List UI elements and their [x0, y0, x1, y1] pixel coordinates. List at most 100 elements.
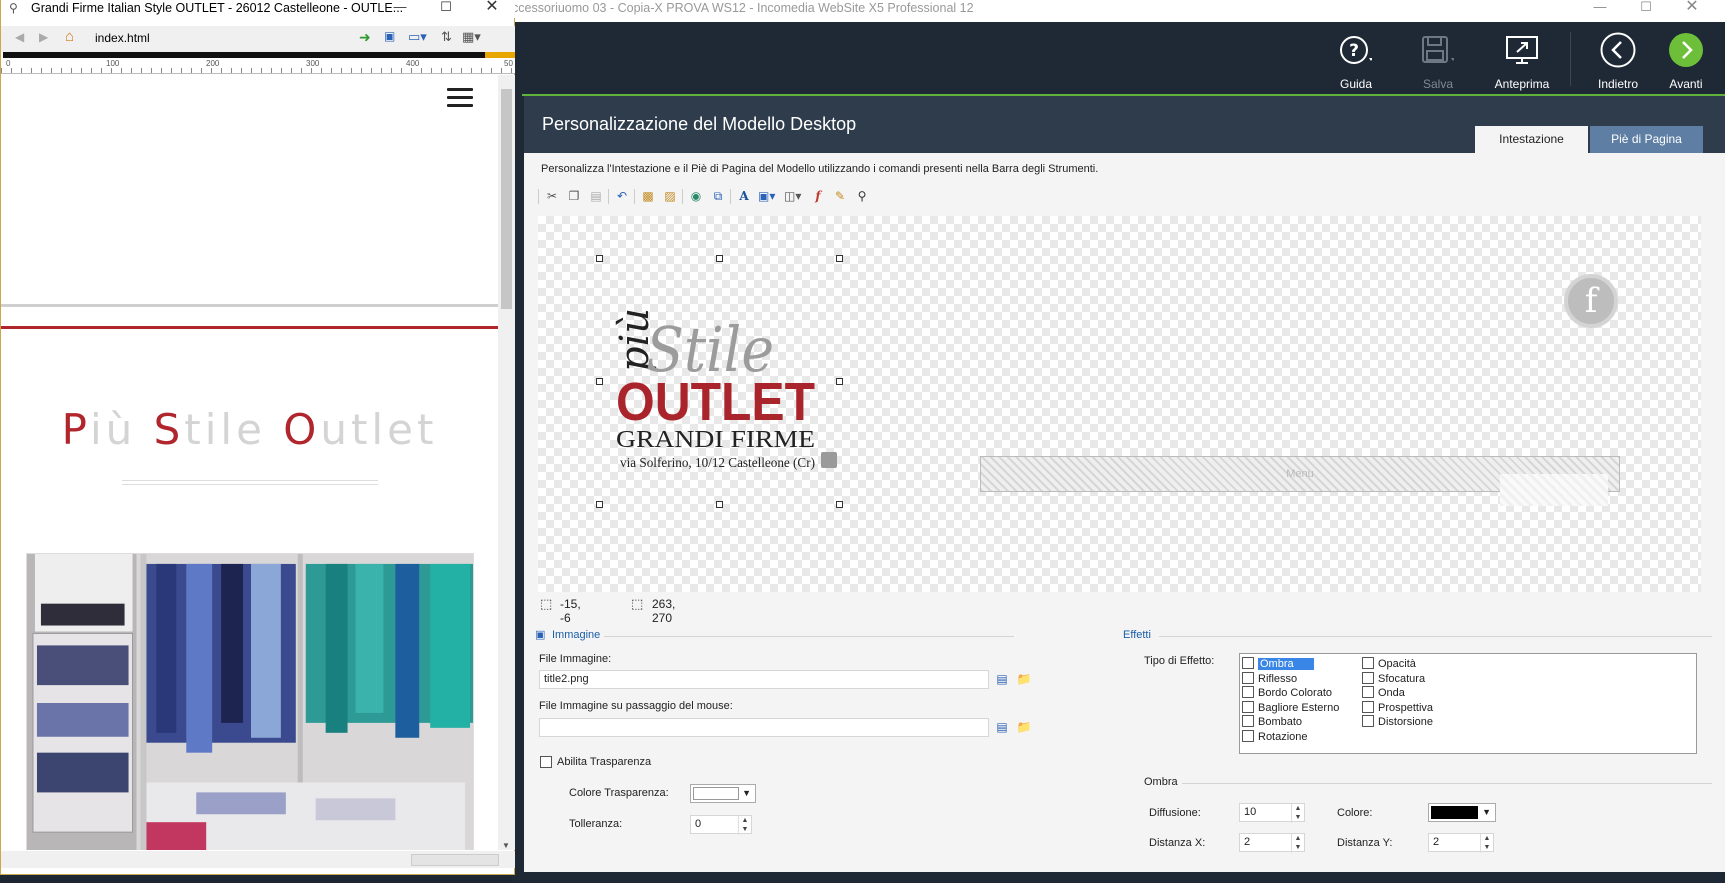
selection-handle[interactable] — [716, 255, 723, 262]
effect-option[interactable]: Bagliore Esterno — [1242, 700, 1339, 715]
effect-checkbox[interactable] — [1362, 671, 1374, 684]
diffusion-input[interactable]: 10 ▲ ▼ — [1239, 803, 1305, 823]
transparency-color-picker[interactable]: ▼ — [690, 784, 756, 803]
scroll-icon[interactable]: ✎ — [832, 188, 848, 204]
close-button[interactable]: ✕ — [1669, 0, 1715, 22]
text-icon[interactable]: A — [736, 188, 752, 204]
minimize-button[interactable]: — — [379, 0, 421, 18]
image-library-icon[interactable]: ▤ — [993, 670, 1011, 688]
selection-handle[interactable] — [596, 501, 603, 508]
close-button[interactable]: ✕ — [471, 0, 513, 18]
effect-option[interactable]: Bombato — [1242, 715, 1302, 729]
maximize-button[interactable]: ☐ — [1623, 0, 1669, 22]
spin-arrows-icon[interactable]: ▲ ▼ — [1291, 834, 1304, 853]
effect-option[interactable]: Onda — [1362, 686, 1405, 700]
vertical-scrollbar[interactable]: ▼ — [498, 75, 515, 850]
undo-icon[interactable]: ↶ — [614, 188, 630, 204]
diffusion-value: 10 — [1244, 806, 1257, 818]
maximize-button[interactable]: ☐ — [425, 0, 467, 18]
selection-handle[interactable] — [596, 255, 603, 262]
enable-transparency-checkbox[interactable] — [540, 756, 552, 768]
chevron-down-icon: ▼ — [742, 788, 751, 798]
resize-icon[interactable]: ⧉ — [710, 188, 726, 204]
effect-option[interactable]: Opacità — [1362, 657, 1416, 671]
refresh-icon[interactable]: ▣ — [384, 29, 395, 43]
scrollbar-thumb[interactable] — [501, 89, 512, 309]
effect-checkbox[interactable] — [1362, 715, 1374, 728]
selection-handle[interactable] — [836, 501, 843, 508]
effect-checkbox[interactable] — [1362, 657, 1374, 669]
effect-type-list[interactable]: Ombra Riflesso Bordo Colorato Bagliore Este… — [1239, 653, 1697, 754]
tolerance-input[interactable]: 0 ▲ ▼ — [690, 815, 752, 835]
facebook-icon[interactable]: f — [1564, 274, 1618, 328]
effect-checkbox[interactable] — [1242, 730, 1254, 742]
file-image-input[interactable]: title2.png — [539, 670, 989, 689]
effect-option[interactable]: Riflesso — [1242, 671, 1297, 686]
effect-option[interactable]: Bordo Colorato — [1242, 686, 1332, 700]
address-input[interactable]: index.html — [95, 29, 345, 47]
device-icon[interactable]: ▭▾ — [408, 29, 427, 45]
header-canvas[interactable]: più Stile OUTLET GRANDI FIRME via Solfer… — [538, 216, 1701, 592]
effect-checkbox[interactable] — [1242, 715, 1254, 728]
paste-icon[interactable]: ▤ — [588, 188, 604, 204]
distance-x-input[interactable]: 2 ▲ ▼ — [1239, 833, 1305, 853]
folder-icon[interactable]: 📁 — [1015, 718, 1033, 736]
distance-y-input[interactable]: 2 ▲ ▼ — [1428, 833, 1494, 853]
selection-handle[interactable] — [836, 255, 843, 262]
next-button[interactable]: Avanti — [1654, 22, 1718, 94]
effect-option[interactable]: Rotazione — [1242, 730, 1308, 744]
layout-icon[interactable]: ▦▾ — [462, 29, 481, 45]
effect-checkbox[interactable] — [1242, 686, 1254, 699]
effect-checkbox[interactable] — [1362, 686, 1374, 699]
logo-image[interactable]: più Stile OUTLET GRANDI FIRME via Solfer… — [602, 276, 862, 476]
preview-titlebar: ⚲ Grandi Firme Italian Style OUTLET - 26… — [1, 0, 515, 18]
binoculars-icon[interactable]: ⚲ — [854, 188, 870, 204]
save-button[interactable]: Salva — [1401, 22, 1475, 94]
image-library-icon[interactable]: ▤ — [993, 718, 1011, 736]
effect-checkbox[interactable] — [1242, 700, 1254, 713]
main-toolbar: ? Guida Salva Anteprima Indietro Avanti — [512, 22, 1725, 96]
effect-option[interactable]: Sfocatura — [1362, 671, 1425, 686]
scroll-down-icon[interactable]: ▼ — [502, 841, 510, 850]
effect-checkbox[interactable] — [1242, 671, 1254, 684]
horizontal-scrollbar[interactable] — [1, 851, 515, 868]
effect-option[interactable]: Distorsione — [1362, 715, 1433, 729]
minimize-button[interactable]: — — [1577, 0, 1623, 22]
hamburger-menu-icon[interactable] — [447, 88, 473, 108]
effect-option[interactable]: Prospettiva — [1362, 700, 1433, 715]
forward-icon[interactable]: ▶ — [39, 30, 48, 44]
monitor-icon — [1506, 36, 1538, 64]
ruler: 0 100 200 300 400 50 — [1, 58, 515, 74]
folder-icon[interactable]: 📁 — [1015, 670, 1033, 688]
slideshow-icon[interactable]: ◫▾ — [784, 188, 801, 204]
selection-handle[interactable] — [716, 501, 723, 508]
rotate-icon[interactable]: ⇅ — [441, 29, 452, 45]
go-icon[interactable]: ➜ — [359, 29, 371, 46]
effect-checkbox[interactable] — [1242, 657, 1254, 669]
globe-icon[interactable]: ◉ — [688, 188, 704, 204]
bring-forward-icon[interactable]: ▩ — [640, 188, 656, 204]
preview-button[interactable]: Anteprima — [1481, 22, 1563, 94]
home-icon[interactable]: ⌂ — [65, 28, 74, 45]
back-button[interactable]: Indietro — [1586, 22, 1650, 94]
scrollbar-thumb[interactable] — [411, 854, 499, 866]
image-icon[interactable]: ▣▾ — [758, 188, 775, 204]
shadow-color-label: Colore: — [1337, 807, 1373, 819]
spin-arrows-icon[interactable]: ▲ ▼ — [738, 816, 751, 835]
send-backward-icon[interactable]: ▨ — [662, 188, 678, 204]
spin-arrows-icon[interactable]: ▲ ▼ — [1480, 834, 1493, 853]
effect-checkbox[interactable] — [1362, 700, 1374, 713]
shadow-color-picker[interactable]: ▼ — [1428, 803, 1496, 822]
back-icon[interactable]: ◀ — [15, 30, 24, 44]
help-button[interactable]: ? Guida — [1319, 22, 1393, 94]
spin-arrows-icon[interactable]: ▲ ▼ — [1291, 804, 1304, 823]
tab-footer[interactable]: Piè di Pagina — [1590, 126, 1703, 153]
tab-header[interactable]: Intestazione — [1475, 126, 1588, 153]
app-titlebar: ccessoriuomo 03 - Copia-X PROVA WS12 - I… — [512, 0, 1725, 22]
distance-y-label: Distanza Y: — [1337, 837, 1393, 849]
hover-image-input[interactable] — [539, 718, 989, 737]
flash-icon[interactable]: f — [810, 188, 826, 204]
effect-option[interactable]: Ombra — [1242, 657, 1314, 671]
copy-icon[interactable]: ❐ — [566, 188, 582, 204]
cut-icon[interactable]: ✂ — [544, 188, 560, 204]
